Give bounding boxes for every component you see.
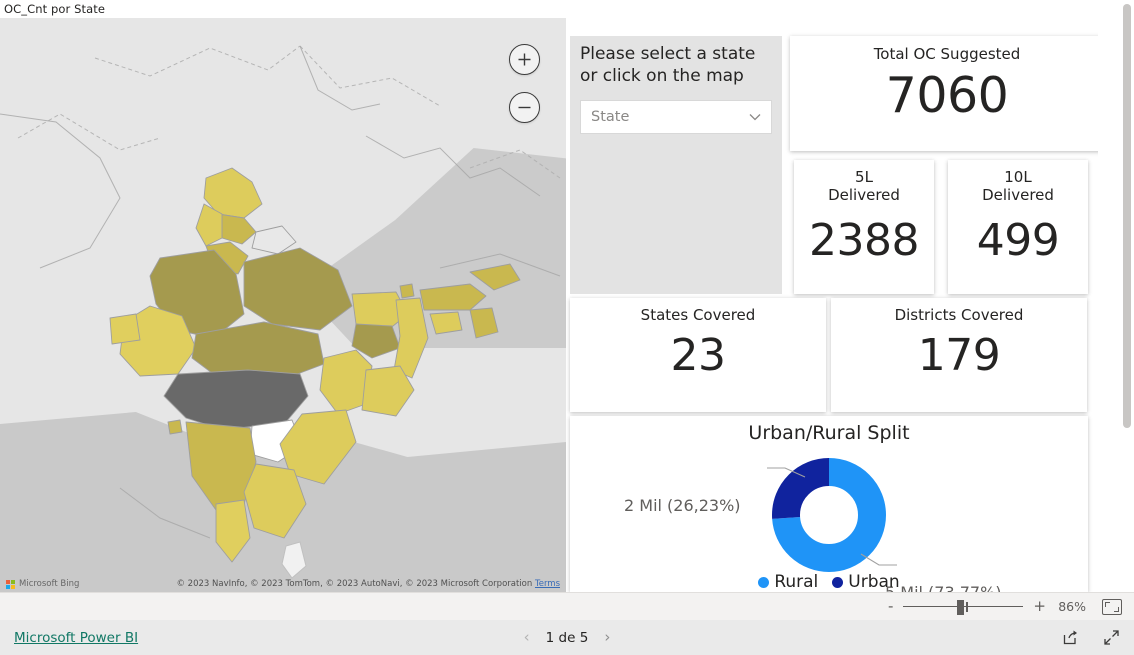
legend-item-urban[interactable]: Urban bbox=[832, 572, 900, 592]
card-title: Total OC Suggested bbox=[873, 45, 1021, 63]
card-title: Districts Covered bbox=[894, 306, 1024, 324]
map-terms-link[interactable]: Terms bbox=[535, 579, 560, 589]
map-zoom-out-button[interactable] bbox=[509, 92, 540, 123]
zoom-percent-label: 86% bbox=[1058, 599, 1086, 614]
card-states-covered[interactable]: States Covered 23 bbox=[570, 298, 826, 412]
chevron-down-icon bbox=[749, 113, 761, 120]
page-indicator: 1 de 5 bbox=[545, 629, 589, 646]
map-attribution: © 2023 NavInfo, © 2023 TomTom, © 2023 Au… bbox=[176, 579, 560, 589]
state-dropdown[interactable]: State bbox=[580, 99, 772, 134]
card-value: 499 bbox=[976, 214, 1060, 266]
card-value: 179 bbox=[917, 330, 1001, 382]
card-title-line1: 10L bbox=[1004, 168, 1032, 186]
donut-chart[interactable] bbox=[709, 450, 949, 580]
status-bar: Microsoft Power BI ‹ 1 de 5 › bbox=[0, 620, 1134, 655]
card-title: States Covered bbox=[640, 306, 756, 324]
card-title-line1: 5L bbox=[855, 168, 873, 186]
bing-brand: Microsoft Bing bbox=[6, 579, 79, 589]
donut-chart-title: Urban/Rural Split bbox=[748, 422, 910, 444]
legend-item-rural[interactable]: Rural bbox=[758, 572, 818, 592]
map-visual[interactable]: Microsoft Bing © 2023 NavInfo, © 2023 To… bbox=[0, 18, 566, 592]
india-choropleth[interactable] bbox=[0, 18, 566, 592]
plus-icon bbox=[518, 53, 531, 66]
fit-to-page-icon[interactable] bbox=[1102, 598, 1122, 615]
legend-label-urban: Urban bbox=[848, 572, 900, 592]
zoom-toolbar: - + 86% bbox=[0, 592, 1134, 620]
legend-label-rural: Rural bbox=[774, 572, 819, 592]
state-dropdown-value: State bbox=[591, 108, 630, 125]
page-navigator: ‹ 1 de 5 › bbox=[524, 630, 611, 646]
fullscreen-icon[interactable] bbox=[1103, 629, 1120, 646]
vertical-scrollbar[interactable] bbox=[1120, 0, 1134, 592]
donut-label-urban: 2 Mil (26,23%) bbox=[624, 496, 741, 515]
microsoft-logo-icon bbox=[6, 579, 15, 589]
share-icon[interactable] bbox=[1062, 629, 1079, 646]
slicer-prompt: Please select a state or click on the ma… bbox=[580, 44, 756, 86]
bing-brand-label: Microsoft Bing bbox=[19, 579, 80, 589]
card-title-line2: Delivered bbox=[982, 186, 1054, 205]
legend-swatch-urban bbox=[832, 576, 844, 588]
map-zoom-in-button[interactable] bbox=[509, 44, 540, 75]
zoom-slider-handle[interactable] bbox=[957, 599, 965, 615]
zoom-out-button[interactable]: - bbox=[888, 599, 893, 614]
card-5l-delivered[interactable]: 5L Delivered 2388 bbox=[794, 160, 934, 294]
previous-page-icon[interactable]: ‹ bbox=[524, 630, 530, 645]
zoom-slider-tick bbox=[966, 601, 968, 612]
card-total-oc-suggested[interactable]: Total OC Suggested 7060 bbox=[790, 36, 1098, 151]
vertical-scrollbar-thumb[interactable] bbox=[1123, 4, 1131, 428]
card-value: 2388 bbox=[809, 214, 919, 266]
map-attribution-text: © 2023 NavInfo, © 2023 TomTom, © 2023 Au… bbox=[176, 579, 533, 589]
card-title-line2: Delivered bbox=[828, 186, 900, 205]
state-slicer-panel: Please select a state or click on the ma… bbox=[570, 36, 782, 294]
card-value: 7060 bbox=[885, 67, 1009, 125]
legend-swatch-rural bbox=[758, 576, 770, 588]
microsoft-power-bi-link[interactable]: Microsoft Power BI bbox=[14, 630, 138, 646]
card-value: 23 bbox=[670, 330, 727, 382]
status-bar-actions bbox=[1062, 629, 1120, 646]
zoom-in-button[interactable]: + bbox=[1033, 599, 1046, 614]
urban-rural-donut-visual[interactable]: Urban/Rural Split 2 Mil (26,23%) 5 Mil (… bbox=[570, 416, 1088, 592]
minus-icon bbox=[518, 106, 531, 109]
zoom-slider[interactable] bbox=[903, 599, 1024, 615]
donut-legend: Rural Urban bbox=[570, 572, 1088, 592]
card-districts-covered[interactable]: Districts Covered 179 bbox=[831, 298, 1087, 412]
donut-plot-area: 2 Mil (26,23%) 5 Mil (73,77%) Rural Urba… bbox=[570, 444, 1088, 592]
page-title: OC_Cnt por State bbox=[4, 2, 106, 16]
report-canvas: Microsoft Bing © 2023 NavInfo, © 2023 To… bbox=[0, 18, 1098, 592]
next-page-icon[interactable]: › bbox=[604, 630, 610, 645]
card-10l-delivered[interactable]: 10L Delivered 499 bbox=[948, 160, 1088, 294]
